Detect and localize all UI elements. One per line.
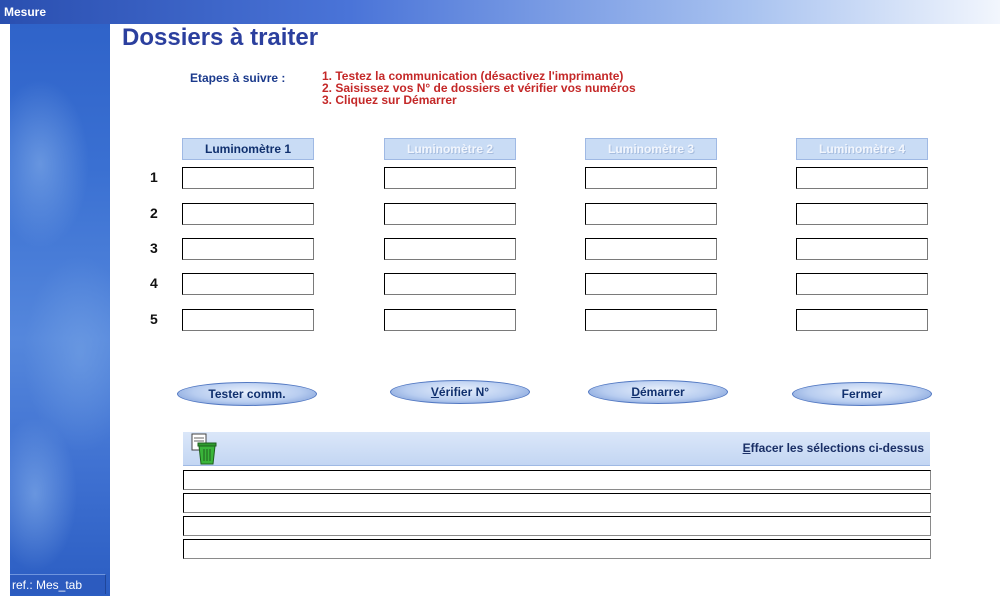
dossier-field-lum2-row5[interactable] [384, 309, 516, 331]
message-line-4 [183, 539, 931, 559]
row-number-5: 5 [150, 311, 158, 327]
trash-icon[interactable] [185, 432, 225, 466]
verify-numbers-button[interactable]: Vérifier N° [390, 380, 530, 404]
row-number-1: 1 [150, 169, 158, 185]
dossier-field-lum3-row3[interactable] [585, 238, 717, 260]
ref-label: ref.: Mes_tab [10, 574, 106, 594]
dossier-field-lum2-row4[interactable] [384, 273, 516, 295]
test-communication-button[interactable]: Tester comm. [177, 382, 317, 406]
message-line-2 [183, 493, 931, 513]
dossier-field-lum2-row1[interactable] [384, 167, 516, 189]
clear-selections-bar[interactable]: Effacer les sélections ci-dessus [183, 432, 930, 466]
steps-label: Etapes à suivre : [190, 71, 286, 85]
close-label: Fermer [841, 387, 883, 401]
row-number-2: 2 [150, 205, 158, 221]
dossier-field-lum1-row1[interactable] [182, 167, 314, 189]
dossier-field-lum4-row4[interactable] [796, 273, 928, 295]
test-communication-label: Tester comm. [208, 387, 286, 401]
close-button[interactable]: Fermer [792, 382, 932, 406]
start-label: Démarrer [631, 385, 685, 399]
page-title: Dossiers à traiter [122, 24, 319, 51]
dossier-field-lum3-row5[interactable] [585, 309, 717, 331]
row-number-4: 4 [150, 275, 158, 291]
column-header-luminometre-4: Luminomètre 4 [796, 138, 928, 160]
dossier-field-lum2-row2[interactable] [384, 203, 516, 225]
dossier-field-lum4-row1[interactable] [796, 167, 928, 189]
left-margin [0, 24, 10, 596]
column-header-luminometre-1[interactable]: Luminomètre 1 [182, 138, 314, 160]
clear-selections-label[interactable]: Effacer les sélections ci-dessus [743, 441, 924, 455]
row-number-3: 3 [150, 240, 158, 256]
dossier-field-lum2-row3[interactable] [384, 238, 516, 260]
verify-numbers-label: Vérifier N° [430, 385, 490, 399]
dossier-field-lum3-row2[interactable] [585, 203, 717, 225]
decorative-sidebar [10, 24, 110, 596]
dossier-field-lum3-row1[interactable] [585, 167, 717, 189]
steps-list: 1. Testez la communication (désactivez l… [322, 70, 636, 106]
message-line-1 [183, 470, 931, 490]
start-button[interactable]: Démarrer [588, 380, 728, 404]
dossier-field-lum3-row4[interactable] [585, 273, 717, 295]
message-line-3 [183, 516, 931, 536]
dossier-field-lum1-row3[interactable] [182, 238, 314, 260]
window-title: Mesure [4, 5, 47, 19]
dossier-field-lum4-row3[interactable] [796, 238, 928, 260]
dossier-field-lum1-row2[interactable] [182, 203, 314, 225]
dossier-field-lum4-row5[interactable] [796, 309, 928, 331]
window-title-bar: Mesure [0, 0, 1000, 24]
column-header-luminometre-3: Luminomètre 3 [585, 138, 717, 160]
dossier-field-lum1-row5[interactable] [182, 309, 314, 331]
dossier-field-lum1-row4[interactable] [182, 273, 314, 295]
step-3: 3. Cliquez sur Démarrer [322, 93, 457, 107]
dossier-field-lum4-row2[interactable] [796, 203, 928, 225]
column-header-luminometre-2: Luminomètre 2 [384, 138, 516, 160]
